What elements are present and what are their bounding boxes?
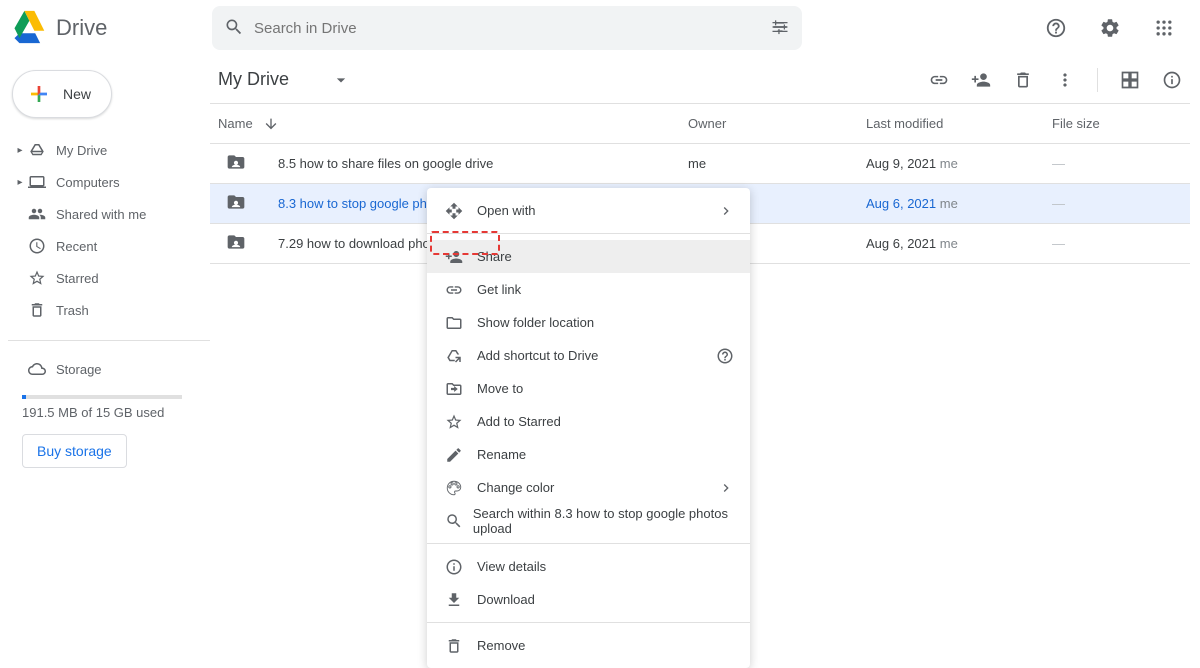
ctx-download[interactable]: Download [427,583,750,616]
storage-usage-text: 191.5 MB of 15 GB used [8,405,210,420]
col-size[interactable]: File size [1052,116,1172,131]
link-icon [445,281,477,299]
search-input[interactable] [244,20,770,37]
product-name: Drive [56,15,107,41]
nav-storage[interactable]: Storage [8,353,210,385]
info-icon[interactable] [1154,62,1190,98]
sidebar: New ▸ My Drive ▸ Computers Shared with m… [0,56,210,580]
logo-group[interactable]: Drive [12,9,212,48]
col-name[interactable]: Name [210,116,688,132]
nav-label: Starred [56,271,99,286]
folder-outline-icon [445,314,477,332]
pencil-icon [445,446,477,464]
expand-icon[interactable]: ▸ [12,145,28,156]
ctx-remove[interactable]: Remove [427,629,750,662]
link-icon[interactable] [921,62,957,98]
ctx-open-with[interactable]: Open with [427,194,750,227]
search-bar[interactable] [212,6,802,50]
ctx-rename[interactable]: Rename [427,438,750,471]
ctx-add-shortcut[interactable]: Add shortcut to Drive [427,339,750,372]
new-button-label: New [63,86,91,102]
storage-progress [22,395,182,399]
nav-label: My Drive [56,143,107,158]
file-row[interactable]: 8.5 how to share files on google drive m… [210,144,1190,184]
star-icon [28,269,56,287]
nav-computers[interactable]: ▸ Computers [8,166,210,198]
nav-label: Shared with me [56,207,146,222]
share-icon[interactable] [963,62,999,98]
ctx-view-details[interactable]: View details [427,550,750,583]
folder-header: My Drive [210,56,1190,104]
clock-icon [28,237,56,255]
nav-shared[interactable]: Shared with me [8,198,210,230]
divider [1097,68,1098,92]
nav-recent[interactable]: Recent [8,230,210,262]
sort-arrow-icon [263,116,279,132]
nav-trash[interactable]: Trash [8,294,210,326]
folder-icon [226,232,246,255]
cloud-icon [28,360,56,378]
person-add-icon [445,248,477,266]
info-icon [445,558,477,576]
chevron-right-icon [718,203,734,219]
trash-icon [28,301,56,319]
ctx-show-location[interactable]: Show folder location [427,306,750,339]
app-header: Drive [0,0,1200,56]
ctx-share[interactable]: Share [427,240,750,273]
delete-icon[interactable] [1005,62,1041,98]
nav-label: Recent [56,239,97,254]
folder-icon [226,192,246,215]
search-options-icon[interactable] [770,17,790,40]
settings-icon[interactable] [1090,8,1130,48]
search-icon [224,17,244,40]
ctx-move-to[interactable]: Move to [427,372,750,405]
col-modified[interactable]: Last modified [866,116,1052,131]
new-button[interactable]: New [12,70,112,118]
nav-label: Trash [56,303,89,318]
drive-shortcut-icon [445,347,477,365]
more-icon[interactable] [1047,62,1083,98]
nav-my-drive[interactable]: ▸ My Drive [8,134,210,166]
star-icon [445,413,477,431]
nav-starred[interactable]: Starred [8,262,210,294]
folder-breadcrumb[interactable]: My Drive [210,65,359,94]
menu-divider [427,233,750,234]
header-actions [1036,8,1184,48]
help-icon[interactable] [1036,8,1076,48]
menu-divider [427,622,750,623]
ctx-change-color[interactable]: Change color [427,471,750,504]
dropdown-icon [331,70,351,90]
drive-logo-icon [12,9,48,48]
chevron-right-icon [718,480,734,496]
ctx-get-link[interactable]: Get link [427,273,750,306]
selection-toolbar [921,62,1190,98]
nav-label: Storage [56,362,102,377]
grid-view-icon[interactable] [1112,62,1148,98]
buy-storage-button[interactable]: Buy storage [22,434,127,468]
download-icon [445,591,477,609]
menu-divider [427,543,750,544]
search-icon [445,512,473,530]
drive-icon [28,141,56,159]
palette-icon [445,479,477,497]
nav-label: Computers [56,175,120,190]
folder-icon [226,152,246,175]
expand-icon[interactable]: ▸ [12,177,28,188]
open-with-icon [445,202,477,220]
column-headers: Name Owner Last modified File size [210,104,1190,144]
folder-name: My Drive [218,69,289,90]
apps-grid-icon[interactable] [1144,8,1184,48]
folder-move-icon [445,380,477,398]
ctx-search-within[interactable]: Search within 8.3 how to stop google pho… [427,504,750,537]
context-menu: Open with Share Get link Show folder loc… [427,188,750,668]
col-owner[interactable]: Owner [688,116,866,131]
people-icon [28,205,56,223]
help-circle-icon[interactable] [716,347,734,365]
trash-icon [445,637,477,655]
ctx-add-starred[interactable]: Add to Starred [427,405,750,438]
computer-icon [28,173,56,191]
